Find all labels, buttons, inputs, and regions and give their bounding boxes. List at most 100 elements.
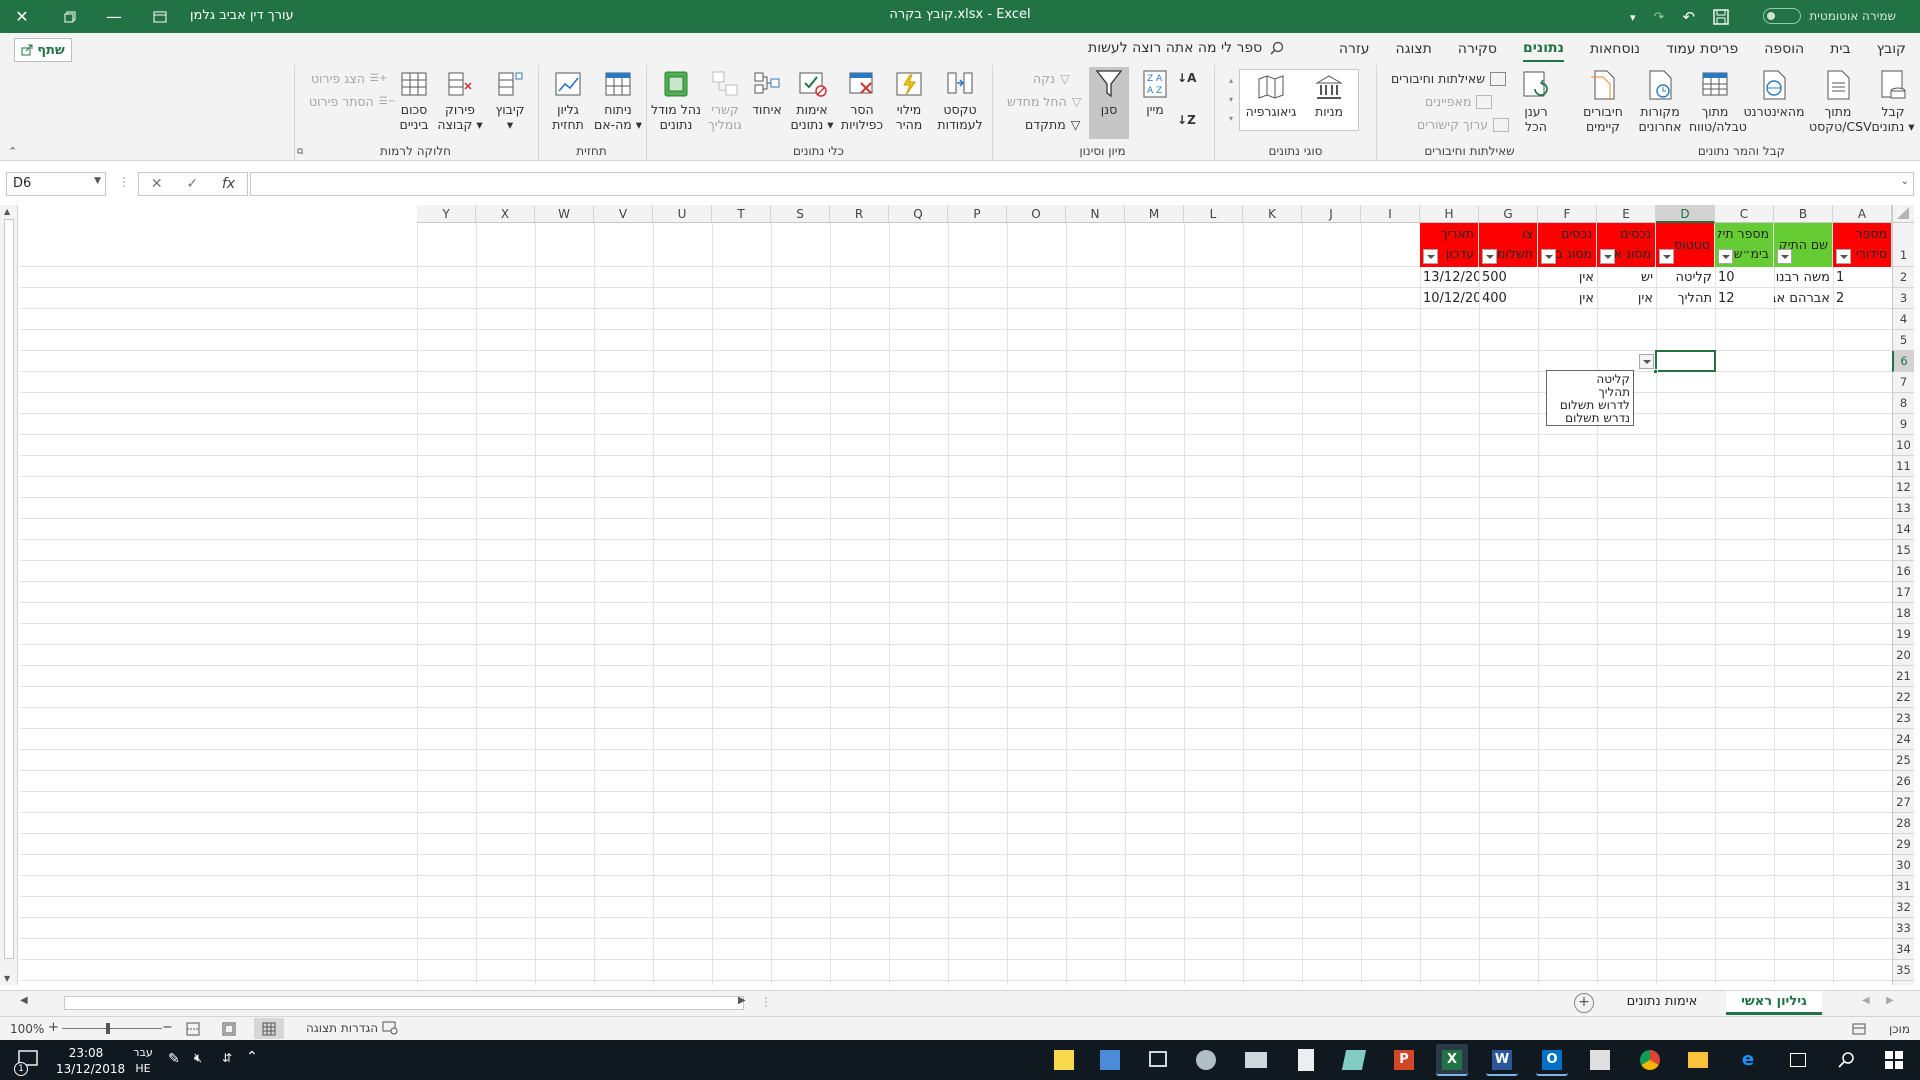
row-header-30[interactable]: 30 xyxy=(1892,855,1914,876)
column-header-J[interactable]: J xyxy=(1302,205,1361,223)
flash-fill-button[interactable]: מילוי מהיר xyxy=(887,69,931,132)
taskbar-excel[interactable]: X xyxy=(1436,1044,1468,1076)
normal-view-icon[interactable] xyxy=(262,1022,276,1036)
column-header-B[interactable]: B xyxy=(1774,205,1833,223)
ribbon-tab-6[interactable]: סקירה xyxy=(1458,37,1497,61)
undo-icon[interactable]: ↶ xyxy=(1682,8,1695,26)
taskbar-outlook[interactable]: O xyxy=(1536,1044,1568,1076)
cell-E3[interactable]: אין xyxy=(1597,288,1656,309)
cell-A2[interactable]: 1 xyxy=(1833,267,1892,288)
redo-icon[interactable]: ↷ xyxy=(1654,10,1665,25)
taskbar-chrome[interactable] xyxy=(1634,1044,1666,1076)
remove-duplicates-button[interactable]: הסר כפילויות xyxy=(837,69,887,132)
column-header-T[interactable]: T xyxy=(712,205,771,223)
volume-muted-icon[interactable]: 🔇︎ xyxy=(194,1051,202,1066)
name-box[interactable]: D6 ▼ xyxy=(6,172,106,196)
row-header-13[interactable]: 13 xyxy=(1892,498,1914,519)
scroll-down-arrow[interactable]: ▼ xyxy=(4,974,10,983)
clock[interactable]: 23:08 13/12/2018 xyxy=(56,1045,125,1077)
cell-B2[interactable]: משה רבנו xyxy=(1774,267,1833,288)
forecast-sheet-button[interactable]: גליון תחזית xyxy=(543,69,593,132)
column-header-A[interactable]: A xyxy=(1833,205,1892,223)
add-sheet-button[interactable]: + xyxy=(1574,993,1594,1013)
filter-dropdown-H[interactable] xyxy=(1423,249,1438,264)
next-sheet-arrow[interactable]: ▶ xyxy=(1886,995,1894,1006)
row-header-12[interactable]: 12 xyxy=(1892,477,1914,498)
stocks-button[interactable]: מניות xyxy=(1301,73,1357,119)
user-name[interactable]: עורך דין אביב גלמן xyxy=(190,8,294,23)
taskbar-screenshot[interactable] xyxy=(1142,1044,1174,1076)
sort-za-button[interactable]: Z↓ xyxy=(1177,113,1196,127)
row-header-10[interactable]: 10 xyxy=(1892,435,1914,456)
network-icon[interactable]: ⇵ xyxy=(222,1051,232,1065)
taskbar-mail[interactable] xyxy=(1240,1044,1272,1076)
row-header-9[interactable]: 9 xyxy=(1892,414,1914,435)
validation-dropdown-button[interactable] xyxy=(1639,354,1654,369)
sheet-tab-0[interactable]: גיליון ראשי xyxy=(1726,991,1822,1015)
share-button[interactable]: שתף xyxy=(14,38,72,62)
taskbar-calculator-app[interactable] xyxy=(1584,1044,1616,1076)
row-header-5[interactable]: 5 xyxy=(1892,330,1914,351)
taskbar-photos[interactable] xyxy=(1094,1044,1126,1076)
select-all-corner[interactable] xyxy=(1892,205,1914,223)
cell-D2[interactable]: קליטה xyxy=(1656,267,1715,288)
autosave-switch[interactable] xyxy=(1763,8,1802,24)
column-header-P[interactable]: P xyxy=(948,205,1007,223)
row-header-15[interactable]: 15 xyxy=(1892,540,1914,561)
ribbon-tab-3[interactable]: פריסת עמוד xyxy=(1666,37,1738,61)
vertical-scroll-thumb[interactable] xyxy=(4,219,14,959)
close-window-button[interactable]: ✕ xyxy=(0,0,44,33)
cell-C3[interactable]: 12 xyxy=(1715,288,1774,309)
filter-dropdown-C[interactable] xyxy=(1718,249,1733,264)
column-header-I[interactable]: I xyxy=(1361,205,1420,223)
save-icon[interactable] xyxy=(1713,9,1729,25)
cell-C2[interactable]: 10 xyxy=(1715,267,1774,288)
cell-F2[interactable]: אין xyxy=(1538,267,1597,288)
taskbar-sticky-notes[interactable] xyxy=(1048,1044,1080,1076)
subtotal-button[interactable]: סכום ביניים xyxy=(393,69,435,132)
cancel-formula-button[interactable]: ✕ xyxy=(151,176,163,192)
row-header-2[interactable]: 2 xyxy=(1892,267,1914,288)
recent-sources-button[interactable]: מקורות אחרונים xyxy=(1633,69,1687,134)
row-header-32[interactable]: 32 xyxy=(1892,897,1914,918)
row-header-24[interactable]: 24 xyxy=(1892,729,1914,750)
taskbar-internet-explorer[interactable]: e xyxy=(1732,1044,1764,1076)
tell-me-box[interactable]: ספר לי מה אתה רוצה לעשות xyxy=(1088,40,1284,56)
ungroup-button[interactable]: פירוק קבוצה ▾ xyxy=(435,69,485,132)
zoom-slider[interactable] xyxy=(62,1028,162,1029)
column-header-W[interactable]: W xyxy=(535,205,594,223)
column-header-H[interactable]: H xyxy=(1420,205,1479,223)
ribbon-tab-1[interactable]: בית xyxy=(1830,37,1850,61)
taskbar-file-explorer[interactable] xyxy=(1682,1044,1714,1076)
row-header-4[interactable]: 4 xyxy=(1892,309,1914,330)
taskbar-task-view[interactable] xyxy=(1782,1044,1814,1076)
column-header-O[interactable]: O xyxy=(1007,205,1066,223)
existing-connections-button[interactable]: חיבורים קיימים xyxy=(1575,69,1631,134)
page-layout-view-icon[interactable] xyxy=(222,1022,236,1036)
autosave-toggle[interactable]: שמירה אוטומטית xyxy=(1763,8,1896,24)
ribbon-tab-5[interactable]: נתונים xyxy=(1523,36,1564,62)
row-header-6[interactable]: 6 xyxy=(1892,351,1914,372)
column-header-U[interactable]: U xyxy=(653,205,712,223)
from-web-button[interactable]: מהאינטרנט xyxy=(1741,69,1807,119)
insert-function-button[interactable]: fx xyxy=(222,176,235,192)
worksheet-grid[interactable]: A B C D E F G H I J K L M N O P Q R S T U V W X Y 1 2 3 4 5 6 7 8 9 10 11 12… xyxy=(0,205,1920,985)
active-cell-fill-handle[interactable] xyxy=(1653,369,1658,374)
enter-formula-button[interactable]: ✓ xyxy=(186,176,198,192)
from-text-csv-button[interactable]: מתוך טקסט/CSV xyxy=(1809,69,1872,134)
row-header-28[interactable]: 28 xyxy=(1892,813,1914,834)
column-header-G[interactable]: G xyxy=(1479,205,1538,223)
row-header-1[interactable]: 1 xyxy=(1892,223,1914,267)
column-header-L[interactable]: L xyxy=(1184,205,1243,223)
manage-data-model-button[interactable]: נהל מודל נתונים xyxy=(649,69,703,132)
taskbar-search[interactable] xyxy=(1830,1044,1862,1076)
row-header-29[interactable]: 29 xyxy=(1892,834,1914,855)
cell-E2[interactable]: יש xyxy=(1597,267,1656,288)
qat-customize-icon[interactable]: ▾ xyxy=(1630,11,1636,24)
row-header-19[interactable]: 19 xyxy=(1892,624,1914,645)
row-header-36[interactable]: 36 xyxy=(1892,981,1914,985)
validation-dropdown-list[interactable]: קליטה תהליך לדרוש תשלום נדרש תשלום xyxy=(1546,370,1634,426)
name-box-dropdown-icon[interactable]: ▼ xyxy=(94,176,101,186)
row-header-14[interactable]: 14 xyxy=(1892,519,1914,540)
zoom-out-button[interactable]: − xyxy=(162,1020,173,1035)
